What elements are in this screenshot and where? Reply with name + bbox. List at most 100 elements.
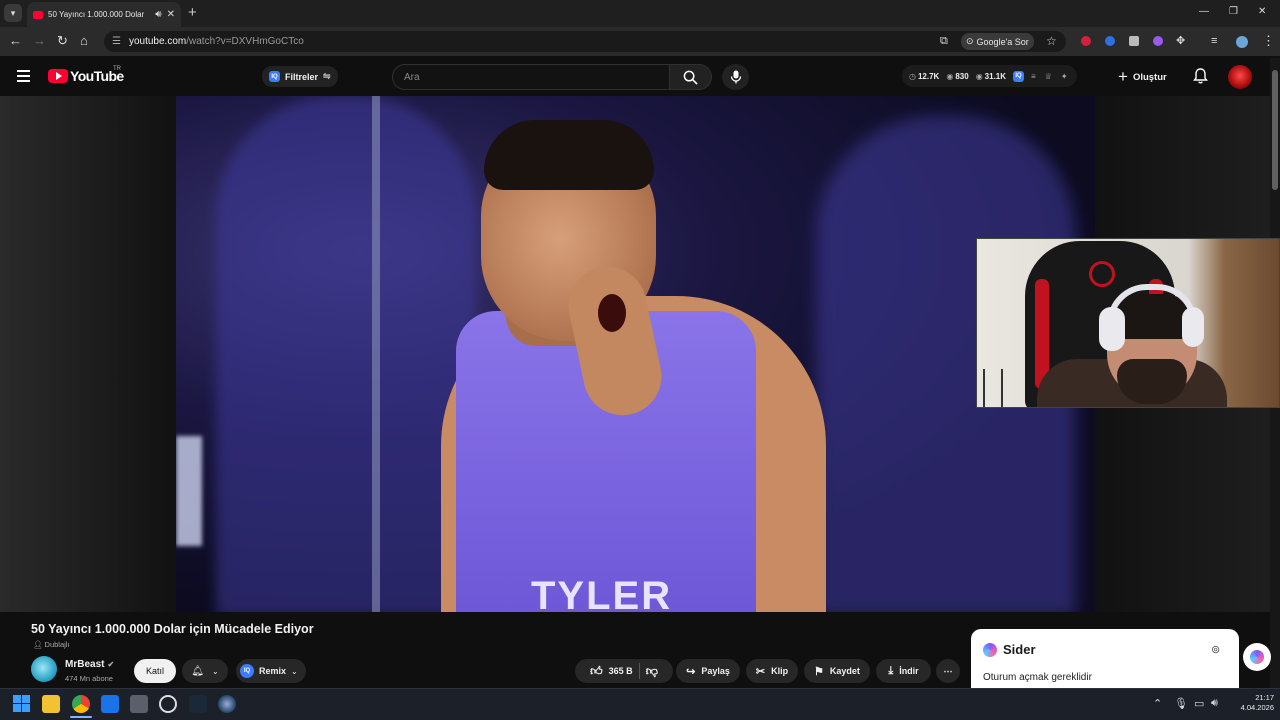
- download-icon: ⤓: [888, 664, 894, 677]
- trophy-icon[interactable]: ♕: [1045, 72, 1052, 81]
- video-figure-arm: [176, 436, 202, 546]
- voice-search-button[interactable]: [722, 64, 749, 90]
- url-path: /watch?v=DXVHmGoCTco: [186, 36, 304, 47]
- filters-label: Filtreler: [285, 71, 319, 82]
- store-icon[interactable]: [130, 695, 148, 713]
- create-button[interactable]: + Oluştur: [1118, 67, 1167, 87]
- more-horizontal-icon: ⋯: [943, 665, 953, 676]
- like-button[interactable]: 👍︎ 365 B: [590, 664, 633, 679]
- tab-close-icon[interactable]: ✕: [167, 9, 175, 20]
- tray-overflow-icon[interactable]: ⌃: [1153, 697, 1162, 710]
- extension-sider-icon[interactable]: [1153, 36, 1163, 46]
- list-icon[interactable]: ≡: [1031, 72, 1036, 81]
- window-close-icon[interactable]: ✕: [1258, 6, 1266, 17]
- tab-audio-icon[interactable]: 🔊︎: [155, 9, 161, 20]
- reload-icon[interactable]: ↻: [57, 33, 68, 49]
- verified-check-icon: ✔: [107, 660, 115, 669]
- address-bar[interactable]: ☰ youtube.com/watch?v=DXVHmGoCTco: [104, 31, 1066, 52]
- video-title: 50 Yayıncı 1.000.000 Dolar için Mücadele…: [31, 622, 314, 636]
- restore-icon[interactable]: ❐: [1229, 6, 1238, 17]
- google-ask-button[interactable]: ⊙ Google'a Sor: [961, 33, 1034, 50]
- channel-name-row[interactable]: MrBeast ✔: [65, 659, 114, 670]
- account-avatar[interactable]: [1228, 65, 1252, 89]
- search-input[interactable]: Ara: [392, 64, 670, 90]
- sparkle-icon[interactable]: ✦: [1061, 72, 1068, 81]
- reading-list-icon[interactable]: ≡: [1211, 33, 1217, 49]
- back-icon[interactable]: ←: [9, 33, 22, 49]
- sider-panel[interactable]: Sider ⊚ Oturum açmak gereklidir: [971, 629, 1239, 693]
- dubbed-person-icon: 👤︎: [33, 640, 43, 649]
- search-icon: [683, 70, 698, 85]
- search-placeholder: Ara: [404, 71, 420, 83]
- start-windows-icon[interactable]: [13, 695, 30, 712]
- chrome-icon[interactable]: [72, 695, 90, 713]
- channel-avatar[interactable]: [31, 656, 57, 682]
- bookmark-star-icon[interactable]: ☆: [1046, 33, 1057, 49]
- webcam-tripod: [983, 369, 1003, 407]
- forward-icon[interactable]: →: [33, 33, 46, 49]
- iq-remix-icon: IQ: [240, 664, 254, 678]
- sider-settings-icon[interactable]: ⊚: [1211, 643, 1220, 656]
- channel-name[interactable]: MrBeast: [65, 659, 104, 670]
- share-icon: ↪: [686, 665, 696, 678]
- app-icon[interactable]: [218, 695, 236, 713]
- minimize-icon[interactable]: —: [1199, 6, 1209, 17]
- iq-stats-icon[interactable]: IQ: [1013, 70, 1025, 82]
- remix-button[interactable]: IQ Remix ⌄: [236, 659, 306, 683]
- sider-brain-icon: [1250, 650, 1264, 664]
- sider-logo-icon: [983, 643, 997, 657]
- extension-pen-icon[interactable]: [1129, 36, 1139, 46]
- taskbar-clock[interactable]: 21:17 4.04.2026: [1232, 693, 1274, 713]
- more-actions-button[interactable]: ⋯: [936, 659, 960, 683]
- youtube-favicon-icon: [33, 10, 43, 19]
- notifications-button[interactable]: [1193, 68, 1208, 89]
- join-button[interactable]: Katıl: [134, 659, 176, 683]
- subscription-bell-button[interactable]: 🔔︎ ⌄: [182, 659, 228, 683]
- microphone-tray-icon[interactable]: 🎙︎: [1174, 697, 1188, 710]
- guide-menu-icon[interactable]: [17, 70, 30, 85]
- dubbed-badge: 👤︎ Dublajlı: [33, 640, 70, 649]
- google-lens-icon: ⊙: [966, 36, 974, 46]
- save-button[interactable]: ⚑ Kaydet: [804, 659, 870, 683]
- webcam-person-beard: [1117, 359, 1187, 404]
- save-label: Kaydet: [829, 666, 860, 676]
- microphone-icon: [730, 70, 741, 84]
- extension-record-icon[interactable]: [1081, 36, 1091, 46]
- video-background-figure: [216, 96, 476, 612]
- stat-views: ◷ 12.7K: [909, 72, 939, 81]
- home-icon[interactable]: ⌂: [80, 33, 88, 49]
- extension-stats-pill[interactable]: ◷ 12.7K ◉ 830 ◉ 31.1K IQ ≡ ♕ ✦: [902, 65, 1077, 87]
- new-tab-button[interactable]: +: [188, 5, 197, 21]
- sider-floating-button[interactable]: [1243, 643, 1271, 671]
- video-frame[interactable]: TYLER: [176, 96, 1095, 612]
- download-label: İndir: [899, 666, 919, 676]
- extension-blue-icon[interactable]: [1105, 36, 1115, 46]
- chatgpt-icon[interactable]: [159, 695, 177, 713]
- share-button[interactable]: ↪ Paylaş: [676, 659, 740, 683]
- file-explorer-icon[interactable]: [42, 695, 60, 713]
- iq-badge-icon: IQ: [269, 71, 280, 82]
- download-button[interactable]: ⤓ İndir: [876, 659, 931, 683]
- sider-login-message: Oturum açmak gereklidir: [983, 672, 1092, 683]
- filters-button[interactable]: IQ Filtreler ⇋: [262, 66, 338, 87]
- steam-icon[interactable]: [189, 695, 207, 713]
- browser-tab-active[interactable]: 50 Yayıncı 1.000.000 Dolar 🔊︎ ✕: [27, 2, 181, 27]
- page-scrollbar-thumb[interactable]: [1272, 70, 1278, 190]
- like-count: 365 B: [608, 666, 633, 676]
- outlook-icon[interactable]: [101, 695, 119, 713]
- youtube-logo-icon[interactable]: [48, 69, 68, 83]
- install-app-icon[interactable]: ⧉: [940, 33, 948, 49]
- url-host: youtube.com: [128, 36, 187, 47]
- profile-icon[interactable]: [1236, 36, 1248, 48]
- thumbs-down-icon[interactable]: 👎︎: [646, 664, 658, 679]
- browser-menu-icon[interactable]: ⋮: [1262, 33, 1275, 49]
- clip-button[interactable]: ✂ Klip: [746, 659, 798, 683]
- network-icon[interactable]: ▭: [1194, 697, 1204, 710]
- extensions-puzzle-icon[interactable]: ✥: [1176, 33, 1185, 49]
- site-info-icon[interactable]: ☰: [112, 36, 121, 47]
- volume-icon[interactable]: 🔊︎: [1211, 697, 1218, 710]
- tab-search-button[interactable]: ▾: [4, 4, 22, 22]
- search-button[interactable]: [670, 64, 712, 90]
- subscriber-count: 474 Mn abone: [65, 674, 113, 683]
- stat-likes: ◉ 830: [946, 72, 968, 81]
